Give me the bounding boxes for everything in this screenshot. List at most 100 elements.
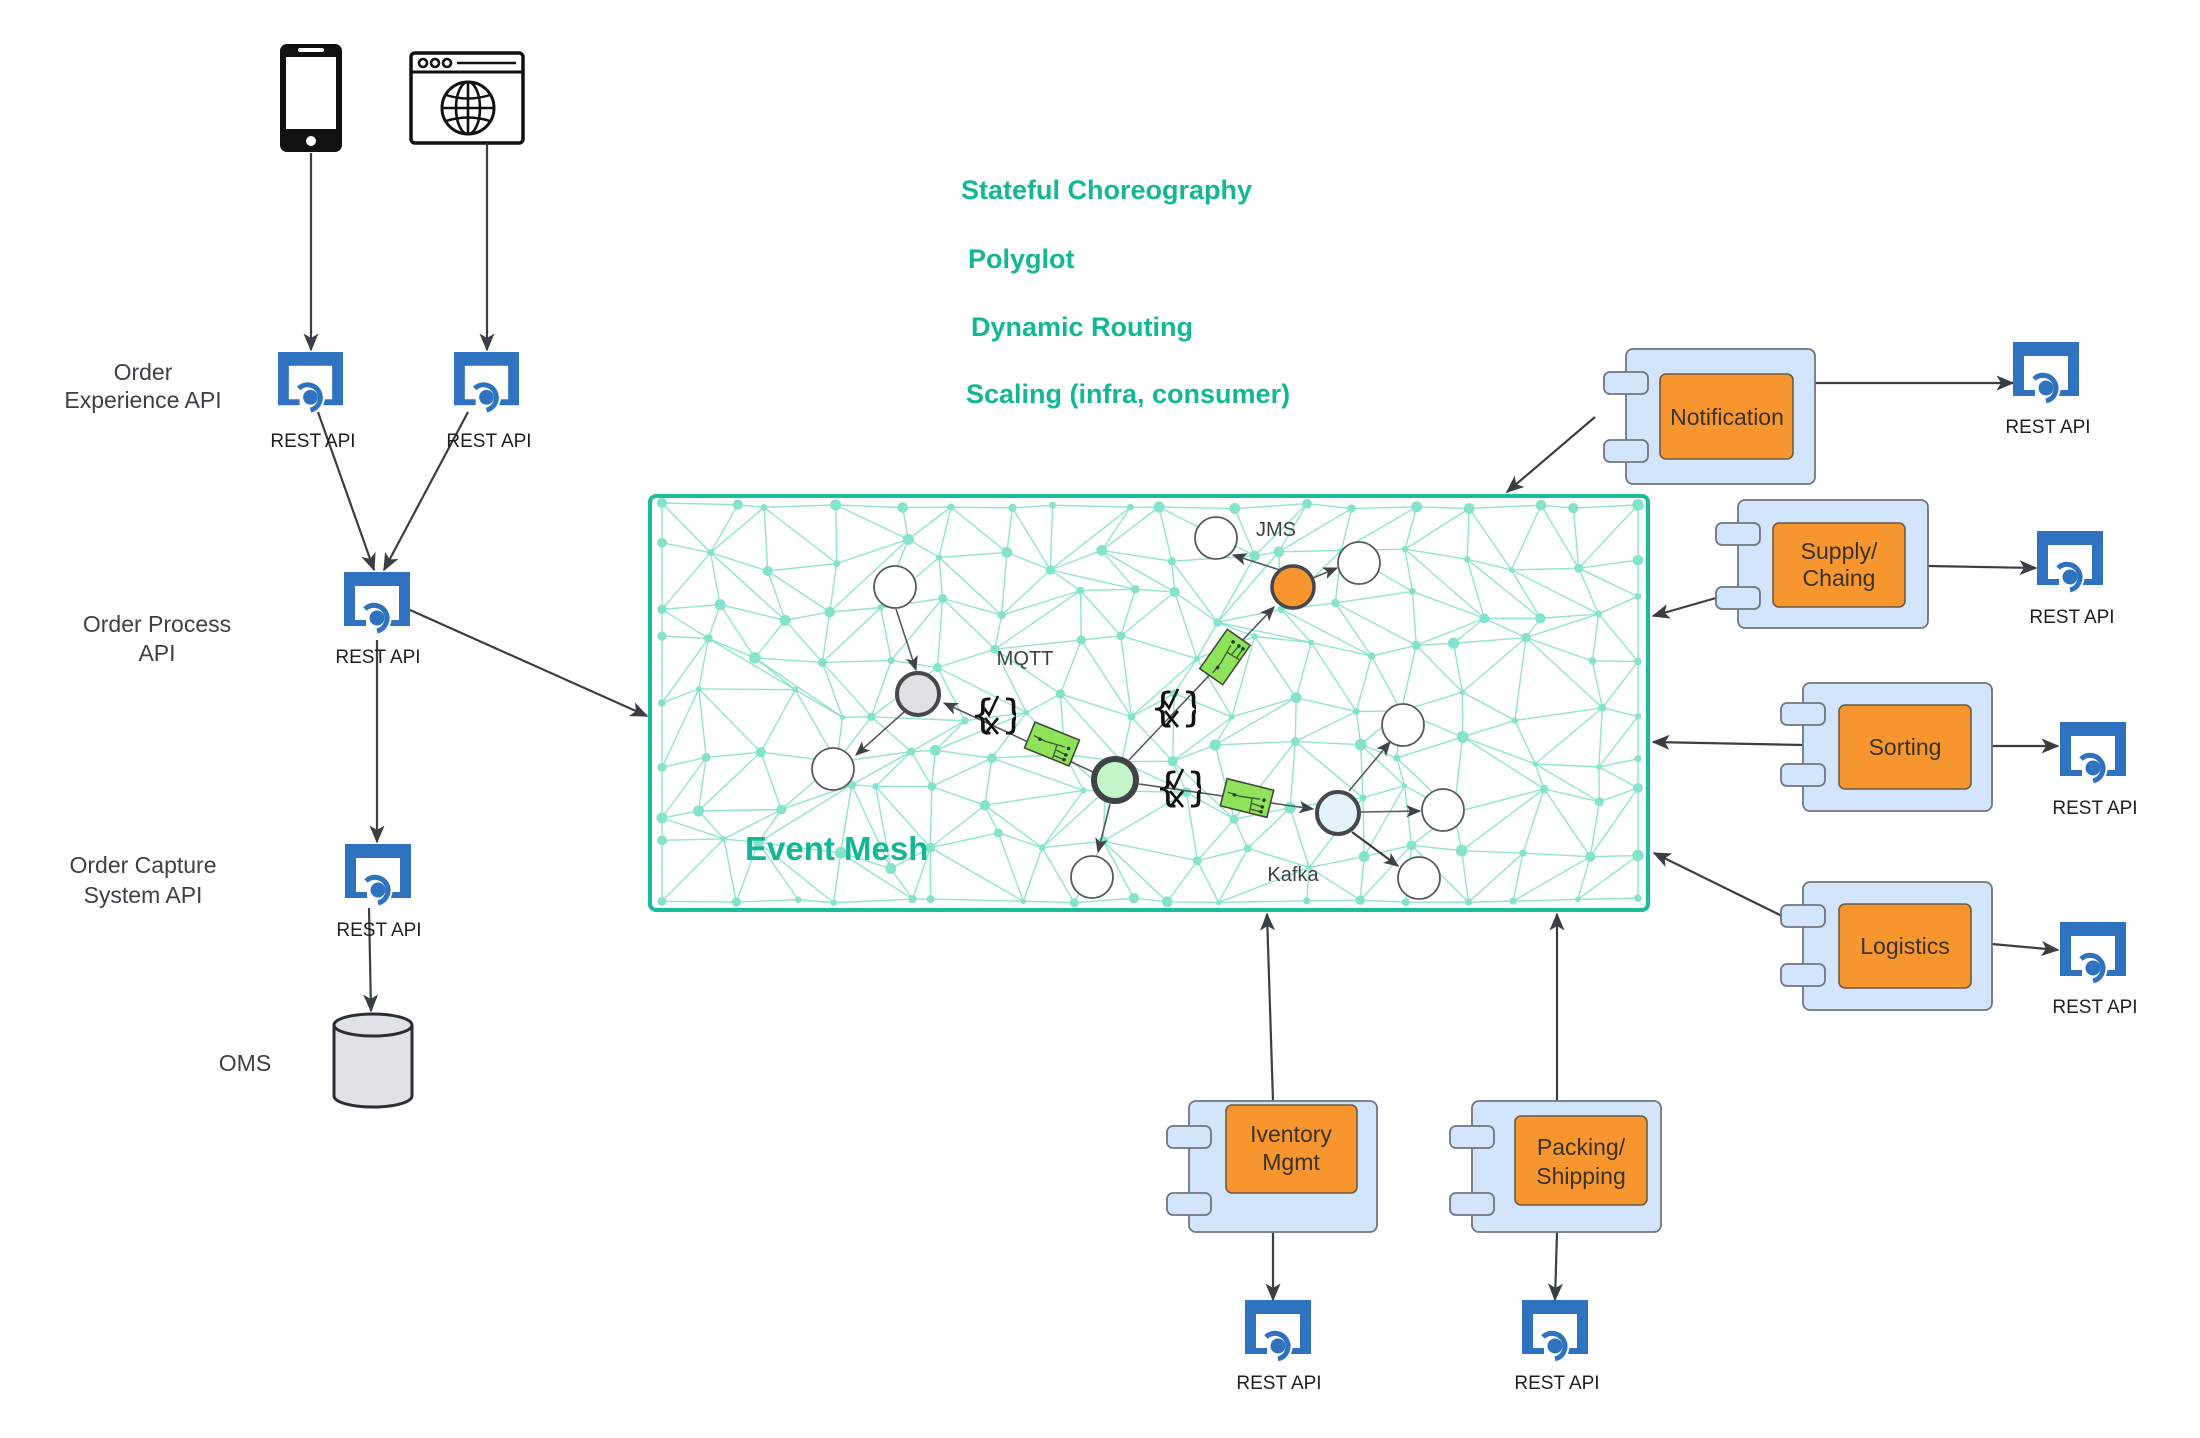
feature-dynamic-routing: Dynamic Routing xyxy=(971,312,1193,342)
mesh-node[interactable] xyxy=(1381,703,1425,747)
rest-api-experience-mobile[interactable]: REST API xyxy=(270,352,356,452)
rest-api-packing-shipping[interactable]: REST API xyxy=(1514,1300,1600,1394)
central-broker-node[interactable] xyxy=(1091,756,1139,804)
mesh-point xyxy=(762,565,773,576)
mesh-point xyxy=(1130,584,1140,594)
mesh-node[interactable] xyxy=(1194,516,1238,560)
service-label: Chaing xyxy=(1803,565,1876,591)
mesh-point xyxy=(1393,754,1401,762)
event-mesh-title: Event Mesh xyxy=(745,830,928,867)
mesh-point xyxy=(1634,657,1642,666)
mesh-point xyxy=(657,631,667,641)
oms-database-icon[interactable] xyxy=(332,1012,414,1109)
component-port xyxy=(1166,1192,1212,1216)
mesh-point xyxy=(1519,849,1527,857)
mesh-point xyxy=(656,812,668,824)
mesh-point xyxy=(926,895,935,904)
label-line: Order xyxy=(114,359,173,385)
mqtt-broker-node[interactable] xyxy=(895,671,941,717)
rest-api-icon xyxy=(1522,1300,1588,1359)
mesh-point xyxy=(937,593,947,603)
rest-api-supply-chain[interactable]: REST API xyxy=(2029,531,2115,628)
mesh-point xyxy=(1303,897,1311,905)
feature-stateful-choreography: Stateful Choreography xyxy=(961,175,1252,205)
mesh-point xyxy=(657,604,667,615)
mesh-point xyxy=(1634,894,1642,902)
component-port xyxy=(1780,763,1826,787)
mesh-point xyxy=(1045,565,1056,575)
mesh-point xyxy=(830,899,837,907)
rest-api-order-capture[interactable]: REST API xyxy=(336,844,422,941)
service-sorting[interactable]: Sorting xyxy=(1780,682,1993,812)
mesh-point xyxy=(1401,898,1410,907)
jms-broker-node[interactable] xyxy=(1270,564,1316,610)
kafka-broker-node[interactable] xyxy=(1315,790,1361,836)
mesh-point xyxy=(1352,707,1360,715)
label-order-capture-system-api: Order Capture System API xyxy=(69,852,216,908)
component-port xyxy=(1780,702,1826,726)
service-supply-chain[interactable]: Supply/ Chaing xyxy=(1715,499,1929,629)
mesh-node[interactable] xyxy=(1070,855,1114,899)
component-port xyxy=(1603,439,1649,463)
mesh-point xyxy=(1193,655,1200,662)
mesh-point xyxy=(1080,787,1087,794)
mesh-node[interactable] xyxy=(1397,856,1441,900)
mesh-point xyxy=(1251,633,1258,640)
mesh-point xyxy=(695,686,702,692)
mesh-point xyxy=(1634,593,1642,600)
rest-api-inventory[interactable]: REST API xyxy=(1236,1300,1322,1394)
mesh-point xyxy=(779,614,791,626)
rest-api-icon xyxy=(454,352,519,410)
mesh-point xyxy=(1243,844,1252,853)
label-oms: OMS xyxy=(219,1050,271,1076)
mesh-node[interactable] xyxy=(1421,788,1465,832)
service-notification[interactable]: Notification xyxy=(1603,348,1816,485)
component-port xyxy=(1166,1125,1212,1149)
mesh-node[interactable] xyxy=(873,565,917,609)
label-order-process-api: Order Process API xyxy=(83,611,231,666)
rest-api-logistics[interactable]: REST API xyxy=(2052,922,2138,1018)
service-packing-shipping[interactable]: Packing/ Shipping xyxy=(1449,1100,1662,1233)
mesh-point xyxy=(935,554,943,561)
mesh-point xyxy=(1273,546,1285,558)
mesh-node[interactable] xyxy=(1337,541,1381,585)
event-mesh[interactable]: MQTT JMS Kafka Event Mesh xyxy=(648,494,1650,912)
mesh-point xyxy=(1459,689,1466,696)
mesh-point xyxy=(657,537,667,548)
mesh-point xyxy=(997,611,1006,620)
mesh-point xyxy=(1358,851,1370,863)
rest-api-icon xyxy=(1245,1300,1311,1359)
rest-api-notification[interactable]: REST API xyxy=(2005,342,2091,438)
rest-api-sorting[interactable]: REST API xyxy=(2052,722,2138,819)
rest-api-label: REST API xyxy=(1514,1373,1599,1394)
mesh-point xyxy=(1585,851,1596,862)
mesh-point xyxy=(1127,503,1134,511)
mesh-point xyxy=(1161,896,1173,908)
mesh-point xyxy=(1535,613,1546,624)
mesh-point xyxy=(1632,499,1644,511)
rest-api-label: REST API xyxy=(336,920,421,941)
component-port xyxy=(1715,522,1761,546)
mesh-point xyxy=(927,782,937,791)
mesh-point xyxy=(732,499,744,510)
service-inventory[interactable]: Iventory Mgmt xyxy=(1166,1100,1378,1233)
mesh-link xyxy=(1079,590,1082,641)
mesh-point xyxy=(1401,545,1409,553)
mesh-point xyxy=(908,895,917,904)
mesh-point xyxy=(1308,639,1315,646)
mesh-point xyxy=(1595,764,1602,770)
label-order-experience-api: Order Experience API xyxy=(64,359,221,413)
rest-api-order-process[interactable]: REST API xyxy=(335,572,421,668)
rest-api-label: REST API xyxy=(2029,607,2114,628)
rest-api-icon xyxy=(2013,342,2079,401)
mesh-point xyxy=(1302,498,1312,509)
mesh-point xyxy=(701,752,711,762)
rest-api-experience-web[interactable]: REST API xyxy=(446,352,532,452)
mesh-point xyxy=(867,712,876,721)
mesh-point xyxy=(1402,783,1408,789)
service-logistics[interactable]: Logistics xyxy=(1780,881,1993,1011)
mesh-node[interactable] xyxy=(811,747,855,791)
label-line: System API xyxy=(84,882,203,908)
label-line: Experience API xyxy=(64,387,221,413)
rest-api-label: REST API xyxy=(446,431,531,452)
